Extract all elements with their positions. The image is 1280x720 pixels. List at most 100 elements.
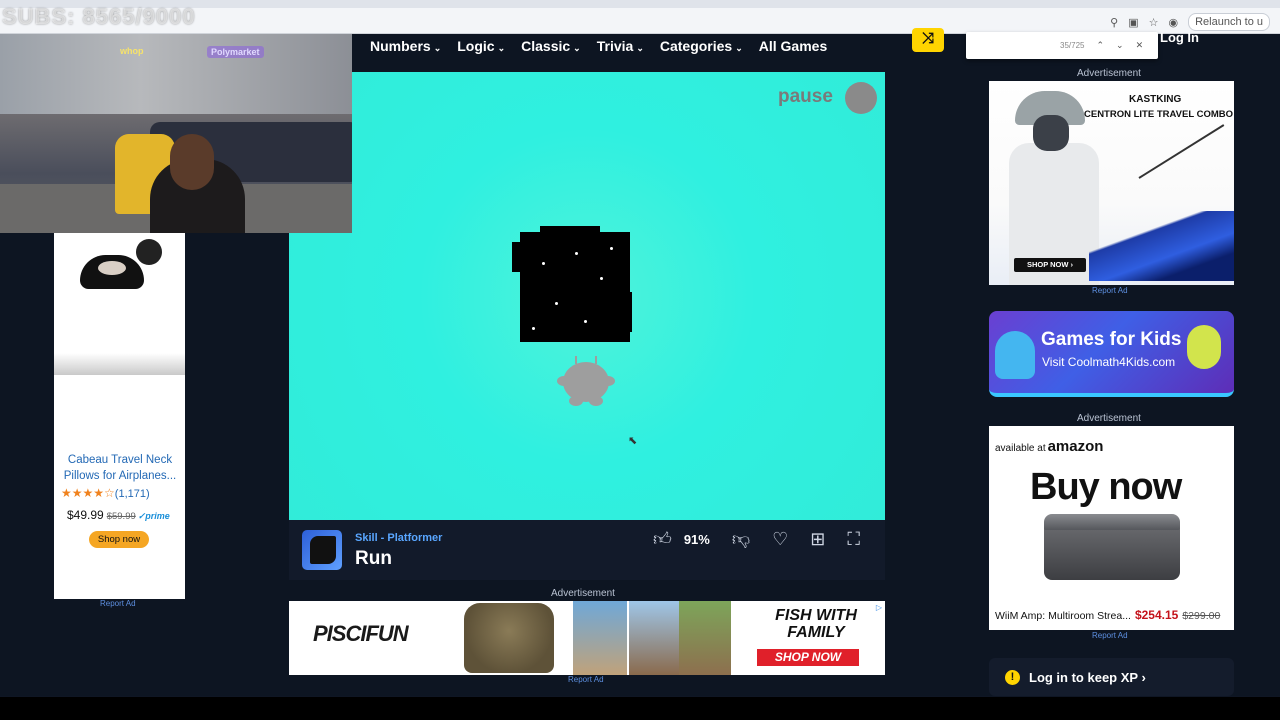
ad-headline: FISH WITH FAMILY: [775, 607, 857, 641]
extension-icon[interactable]: ▣: [1128, 16, 1138, 29]
ad-product-title[interactable]: Cabeau Travel Neck Pillows for Airplanes…: [60, 452, 180, 484]
chevron-down-icon: ⌄: [497, 43, 506, 53]
ad-product-name: CENTRON LITE TRAVEL COMBO: [1084, 109, 1234, 120]
available-at-text: available at: [995, 443, 1046, 454]
find-in-page-bar: 35/725 ⌃ ⌄ ✕: [966, 32, 1158, 59]
nav-numbers[interactable]: Numbers ⌄: [370, 38, 441, 54]
mouse-cursor-icon: ⬉: [628, 435, 638, 447]
ad-rating: ★★★★☆(1,171): [61, 486, 150, 500]
login-link[interactable]: Log In: [1160, 30, 1199, 45]
ad-price: $254.15: [1134, 608, 1179, 622]
like-percentage: 91%: [683, 531, 710, 547]
game-thumbnail: [302, 530, 342, 570]
fisherman-image: [999, 91, 1099, 285]
nav-label: Logic: [457, 38, 495, 54]
chevron-down-icon: ⌄: [636, 43, 644, 53]
ad-swoosh: [1089, 211, 1234, 281]
ad-photo: [629, 601, 683, 675]
pause-button[interactable]: [845, 82, 877, 114]
random-game-button[interactable]: ⤨: [912, 28, 944, 52]
game-title: Run: [355, 548, 392, 569]
chevron-down-icon: ⌄: [433, 43, 442, 53]
thumbs-up-icon[interactable]: 👍︎: [653, 528, 672, 550]
advertisement-label: Advertisement: [1077, 413, 1141, 424]
report-ad-link[interactable]: Report Ad: [568, 675, 604, 684]
amazon-logo: amazon: [1047, 438, 1104, 455]
cam-wall: [0, 34, 352, 114]
promo-title: Games for Kids: [1041, 329, 1182, 350]
subscriber-counter-overlay: SUBS: 8565/9000: [2, 4, 196, 29]
keep-xp-label: Log in to keep XP ›: [1029, 670, 1146, 685]
nav-all-games[interactable]: All Games: [759, 38, 827, 54]
ad-headline: Buy now: [1030, 466, 1182, 508]
find-next-button[interactable]: ⌄: [1116, 40, 1124, 51]
bookmark-star-icon[interactable]: ☆: [1149, 16, 1159, 29]
ad-product-name[interactable]: WiiM Amp: Multiroom Strea...: [995, 610, 1131, 622]
report-ad-link[interactable]: Report Ad: [1092, 286, 1128, 295]
find-prev-button[interactable]: ⌃: [1096, 40, 1104, 51]
nav-label: Classic: [521, 38, 571, 54]
ad-shop-now-button[interactable]: Shop now: [89, 531, 149, 548]
ad-shop-now-button[interactable]: SHOP NOW ›: [1014, 258, 1086, 272]
game-categories[interactable]: Skill - Platformer: [355, 532, 442, 544]
ad-divider: [54, 353, 185, 375]
advertisement-label: Advertisement: [551, 588, 615, 599]
amplifier-image-top: [1044, 514, 1180, 530]
coolmath4kids-promo[interactable]: Games for Kids Visit Coolmath4Kids.com: [989, 311, 1234, 397]
star-rating-icon: ★★★★☆: [61, 486, 115, 500]
nav-logic[interactable]: Logic ⌄: [457, 38, 505, 54]
add-to-favorites-icon[interactable]: ⊞: [810, 529, 825, 550]
login-keep-xp-button[interactable]: ! Log in to keep XP ›: [989, 658, 1234, 696]
find-close-button[interactable]: ✕: [1136, 40, 1144, 51]
bottom-banner-ad[interactable]: PISCIFUN FISH WITH FAMILY SHOP NOW ▷: [289, 601, 885, 675]
game-canvas[interactable]: pause ⬉: [289, 72, 885, 520]
zoom-icon[interactable]: ⚲: [1110, 16, 1118, 29]
relaunch-button[interactable]: Relaunch to u: [1188, 13, 1270, 31]
ad-photo: [679, 601, 731, 675]
ad-rating-count: (1,171): [114, 488, 150, 500]
kastking-logo: KASTKING: [1129, 94, 1182, 105]
ad-old-price: $299.00: [1182, 610, 1221, 622]
taskbar-strip: [0, 697, 1280, 720]
thumbs-down-icon[interactable]: 👎︎: [732, 528, 750, 550]
cam-sponsor-logo: whop: [120, 46, 144, 56]
alien-mascot: [1187, 325, 1221, 369]
piscifun-logo: PISCIFUN: [313, 621, 409, 646]
browser-toolbar-icons: ⚲ ▣ ☆ ◉ Relaunch to u: [1110, 13, 1270, 31]
report-ad-link[interactable]: Report Ad: [1092, 631, 1128, 640]
heart-icon[interactable]: ♡: [772, 529, 788, 550]
octopus-mascot: [995, 331, 1035, 379]
main-nav: Numbers ⌄ Logic ⌄ Classic ⌄ Trivia ⌄ Categor…: [370, 34, 827, 58]
available-at: available at amazon: [995, 438, 1103, 455]
chevron-down-icon: ⌄: [573, 43, 581, 53]
nav-trivia[interactable]: Trivia ⌄: [597, 38, 644, 54]
alien-player: [557, 356, 615, 406]
ad-choices-icon[interactable]: ▷: [876, 603, 882, 612]
nav-categories[interactable]: Categories ⌄: [660, 38, 743, 54]
nav-label: Categories: [659, 38, 733, 54]
advertisement-label: Advertisement: [1077, 68, 1141, 79]
neck-pillow-image: [80, 237, 162, 292]
ad-shop-now-button[interactable]: SHOP NOW: [757, 649, 859, 666]
kastking-ad[interactable]: KASTKING CENTRON LITE TRAVEL COMBO SHOP …: [989, 81, 1234, 285]
webcam-overlay: whop Polymarket: [0, 34, 352, 233]
ad-old-price: $59.99: [106, 511, 136, 522]
fishing-rod-image: [1138, 124, 1225, 179]
nav-label: Numbers: [370, 38, 431, 54]
report-ad-link[interactable]: Report Ad: [100, 599, 136, 608]
game-info-bar: Skill - Platformer Run 👍︎ 91% 👎︎ ♡ ⊞ ⛶: [289, 520, 885, 580]
black-portal: [512, 226, 632, 342]
find-match-count: 35/725: [1060, 41, 1085, 50]
pause-label[interactable]: pause: [778, 86, 833, 108]
tackle-bag-image: [464, 603, 554, 673]
fullscreen-icon[interactable]: ⛶: [847, 529, 860, 550]
game-actions: 👍︎ 91% 👎︎ ♡ ⊞ ⛶: [653, 528, 860, 550]
prime-badge: ✓prime: [137, 511, 170, 521]
chevron-down-icon: ⌄: [735, 43, 743, 53]
profile-icon[interactable]: ◉: [1169, 16, 1179, 29]
amazon-ad[interactable]: available at amazon Buy now WiiM Amp: Mul…: [989, 426, 1234, 630]
promo-subtitle: Visit Coolmath4Kids.com: [1042, 355, 1176, 369]
alert-icon: !: [1005, 670, 1020, 685]
left-product-ad[interactable]: Cabeau Travel Neck Pillows for Airplanes…: [54, 233, 185, 599]
nav-classic[interactable]: Classic ⌄: [521, 38, 581, 54]
